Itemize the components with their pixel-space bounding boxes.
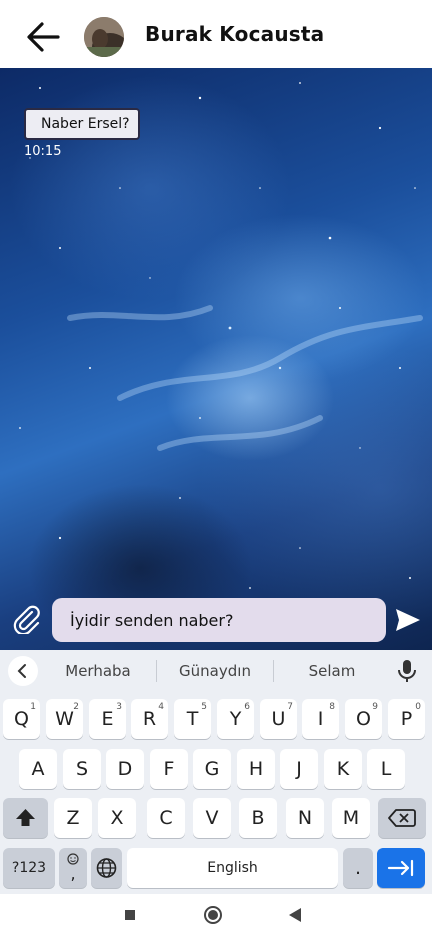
enter-key[interactable] xyxy=(377,848,425,888)
avatar[interactable] xyxy=(84,17,124,57)
suggestion-collapse-button[interactable] xyxy=(8,656,38,686)
key-o[interactable]: O9 xyxy=(345,699,382,739)
backspace-icon xyxy=(388,809,416,827)
key-h[interactable]: H xyxy=(237,749,275,789)
key-s[interactable]: S xyxy=(63,749,101,789)
key-l[interactable]: L xyxy=(367,749,405,789)
key-m[interactable]: M xyxy=(332,798,370,838)
suggestion-3[interactable]: Selam xyxy=(274,650,390,692)
key-z[interactable]: Z xyxy=(54,798,92,838)
key-q[interactable]: Q1 xyxy=(3,699,40,739)
key-u[interactable]: U7 xyxy=(260,699,297,739)
key-d[interactable]: D xyxy=(106,749,144,789)
key-c[interactable]: C xyxy=(147,798,185,838)
system-navigation-bar xyxy=(0,894,432,938)
shift-key[interactable] xyxy=(3,798,48,838)
key-r[interactable]: R4 xyxy=(131,699,168,739)
send-icon[interactable] xyxy=(394,606,422,634)
comma-label: , xyxy=(70,864,76,883)
key-i[interactable]: I8 xyxy=(302,699,339,739)
language-key[interactable] xyxy=(91,848,122,888)
suggestion-bar: Merhaba Günaydın Selam xyxy=(0,650,432,692)
period-key[interactable]: . xyxy=(343,848,373,888)
received-message-bubble[interactable]: Naber Ersel? xyxy=(24,108,140,140)
chat-area: Naber Ersel? 10:15 xyxy=(0,68,432,650)
tab-arrow-icon xyxy=(387,859,414,877)
key-v[interactable]: V xyxy=(193,798,231,838)
key-j[interactable]: J xyxy=(280,749,318,789)
soft-keyboard: Merhaba Günaydın Selam Q1 W2 E3 R4 T5 Y6… xyxy=(0,650,432,894)
suggestion-1[interactable]: Merhaba xyxy=(40,650,156,692)
shift-icon xyxy=(16,809,35,826)
arrow-left-icon[interactable] xyxy=(24,20,62,54)
key-y[interactable]: Y6 xyxy=(217,699,254,739)
chat-header: Burak Kocausta xyxy=(0,0,432,68)
globe-icon xyxy=(96,858,117,878)
emoji-key[interactable]: , xyxy=(59,848,87,888)
key-a[interactable]: A xyxy=(19,749,57,789)
symbols-key[interactable]: ?123 xyxy=(3,848,55,888)
key-t[interactable]: T5 xyxy=(174,699,211,739)
key-n[interactable]: N xyxy=(286,798,324,838)
message-text: Naber Ersel? xyxy=(41,116,130,132)
message-input[interactable] xyxy=(52,598,386,642)
key-e[interactable]: E3 xyxy=(89,699,126,739)
contact-name: Burak Kocausta xyxy=(145,22,325,46)
space-key[interactable]: English xyxy=(127,848,338,888)
key-f[interactable]: F xyxy=(150,749,188,789)
key-p[interactable]: P0 xyxy=(388,699,425,739)
avatar-image xyxy=(84,17,124,57)
key-k[interactable]: K xyxy=(324,749,362,789)
chevron-left-icon xyxy=(17,664,26,678)
microphone-icon[interactable] xyxy=(396,658,418,684)
key-w[interactable]: W2 xyxy=(46,699,83,739)
backspace-key[interactable] xyxy=(378,798,426,838)
key-b[interactable]: B xyxy=(239,798,277,838)
suggestion-2[interactable]: Günaydın xyxy=(157,650,273,692)
key-x[interactable]: X xyxy=(98,798,136,838)
home-icon[interactable] xyxy=(203,905,223,925)
message-time: 10:15 xyxy=(24,144,62,159)
recents-icon[interactable] xyxy=(124,909,136,921)
back-nav-icon[interactable] xyxy=(287,907,303,923)
key-g[interactable]: G xyxy=(193,749,231,789)
space-background xyxy=(19,82,423,629)
paperclip-icon[interactable] xyxy=(12,604,42,634)
